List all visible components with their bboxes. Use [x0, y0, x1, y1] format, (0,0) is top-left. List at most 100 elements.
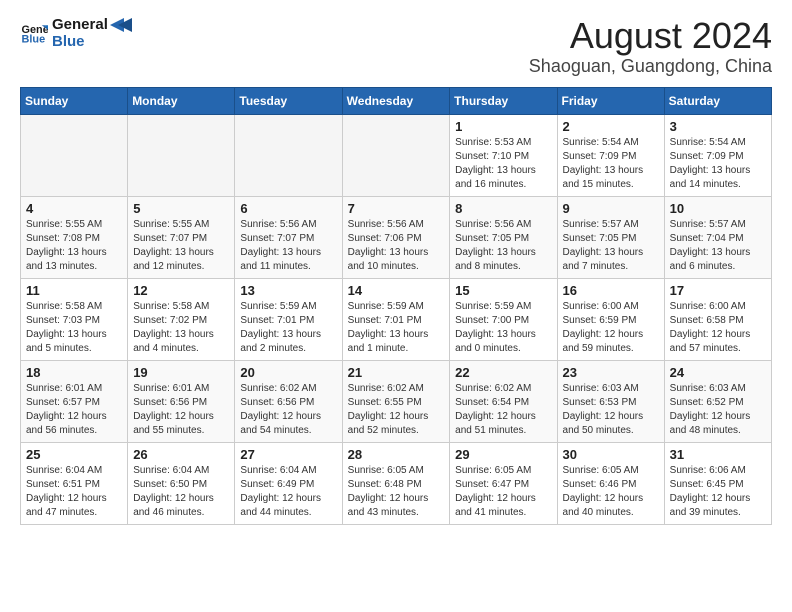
calendar-cell: 10 Sunrise: 5:57 AM Sunset: 7:04 PM Dayli… — [664, 196, 771, 278]
day-info: Sunrise: 5:56 AM Sunset: 7:06 PM Dayligh… — [348, 218, 445, 274]
header: General Blue General Blue August 2024 Sh… — [20, 16, 772, 77]
weekday-sunday: Sunday — [21, 87, 128, 114]
calendar-cell: 4 Sunrise: 5:55 AM Sunset: 7:08 PM Daylig… — [21, 196, 128, 278]
day-number: 12 — [133, 283, 229, 298]
calendar-cell: 6 Sunrise: 5:56 AM Sunset: 7:07 PM Daylig… — [235, 196, 342, 278]
day-number: 31 — [670, 447, 766, 462]
day-number: 28 — [348, 447, 445, 462]
day-info: Sunrise: 5:57 AM Sunset: 7:04 PM Dayligh… — [670, 218, 766, 274]
weekday-thursday: Thursday — [450, 87, 557, 114]
day-number: 21 — [348, 365, 445, 380]
calendar-cell: 13Sunrise: 5:59 AM Sunset: 7:01 PM Dayli… — [235, 278, 342, 360]
calendar-cell: 22Sunrise: 6:02 AM Sunset: 6:54 PM Dayli… — [450, 360, 557, 442]
calendar-cell: 21Sunrise: 6:02 AM Sunset: 6:55 PM Dayli… — [342, 360, 450, 442]
day-number: 8 — [455, 201, 551, 216]
calendar-cell: 29 Sunrise: 6:05 AM Sunset: 6:47 PM Dayli… — [450, 442, 557, 524]
calendar-week-4: 25Sunrise: 6:04 AM Sunset: 6:51 PM Dayli… — [21, 442, 772, 524]
weekday-wednesday: Wednesday — [342, 87, 450, 114]
day-number: 25 — [26, 447, 122, 462]
day-number: 4 — [26, 201, 122, 216]
calendar-cell: 24 Sunrise: 6:03 AM Sunset: 6:52 PM Dayli… — [664, 360, 771, 442]
calendar-cell: 20 Sunrise: 6:02 AM Sunset: 6:56 PM Dayli… — [235, 360, 342, 442]
day-info: Sunrise: 6:02 AM Sunset: 6:56 PM Dayligh… — [240, 382, 336, 438]
calendar-cell: 11Sunrise: 5:58 AM Sunset: 7:03 PM Dayli… — [21, 278, 128, 360]
day-info: Sunrise: 5:58 AM Sunset: 7:03 PM Dayligh… — [26, 300, 122, 356]
calendar-cell — [235, 114, 342, 196]
calendar-week-1: 4 Sunrise: 5:55 AM Sunset: 7:08 PM Daylig… — [21, 196, 772, 278]
weekday-monday: Monday — [128, 87, 235, 114]
day-number: 16 — [563, 283, 659, 298]
day-number: 26 — [133, 447, 229, 462]
day-number: 27 — [240, 447, 336, 462]
day-info: Sunrise: 5:54 AM Sunset: 7:09 PM Dayligh… — [563, 136, 659, 192]
day-number: 24 — [670, 365, 766, 380]
page-title: August 2024 — [529, 16, 772, 56]
day-info: Sunrise: 6:03 AM Sunset: 6:53 PM Dayligh… — [563, 382, 659, 438]
day-number: 15 — [455, 283, 551, 298]
calendar-cell: 15 Sunrise: 5:59 AM Sunset: 7:00 PM Dayli… — [450, 278, 557, 360]
day-info: Sunrise: 6:04 AM Sunset: 6:50 PM Dayligh… — [133, 464, 229, 520]
calendar-cell: 2Sunrise: 5:54 AM Sunset: 7:09 PM Daylig… — [557, 114, 664, 196]
weekday-header-row: SundayMondayTuesdayWednesdayThursdayFrid… — [21, 87, 772, 114]
calendar-cell: 17Sunrise: 6:00 AM Sunset: 6:58 PM Dayli… — [664, 278, 771, 360]
day-number: 14 — [348, 283, 445, 298]
calendar-cell: 31Sunrise: 6:06 AM Sunset: 6:45 PM Dayli… — [664, 442, 771, 524]
calendar-cell: 8Sunrise: 5:56 AM Sunset: 7:05 PM Daylig… — [450, 196, 557, 278]
calendar-cell: 23Sunrise: 6:03 AM Sunset: 6:53 PM Dayli… — [557, 360, 664, 442]
calendar-week-2: 11Sunrise: 5:58 AM Sunset: 7:03 PM Dayli… — [21, 278, 772, 360]
calendar-cell — [128, 114, 235, 196]
calendar-cell: 12 Sunrise: 5:58 AM Sunset: 7:02 PM Dayli… — [128, 278, 235, 360]
day-info: Sunrise: 5:55 AM Sunset: 7:08 PM Dayligh… — [26, 218, 122, 274]
calendar-cell — [342, 114, 450, 196]
calendar-cell: 18 Sunrise: 6:01 AM Sunset: 6:57 PM Dayli… — [21, 360, 128, 442]
day-info: Sunrise: 6:05 AM Sunset: 6:47 PM Dayligh… — [455, 464, 551, 520]
logo-blue: Blue — [52, 33, 132, 50]
calendar-cell: 3Sunrise: 5:54 AM Sunset: 7:09 PM Daylig… — [664, 114, 771, 196]
calendar-cell: 19 Sunrise: 6:01 AM Sunset: 6:56 PM Dayli… — [128, 360, 235, 442]
calendar-cell: 7 Sunrise: 5:56 AM Sunset: 7:06 PM Daylig… — [342, 196, 450, 278]
calendar-week-3: 18 Sunrise: 6:01 AM Sunset: 6:57 PM Dayli… — [21, 360, 772, 442]
day-info: Sunrise: 5:56 AM Sunset: 7:07 PM Dayligh… — [240, 218, 336, 274]
calendar-cell: 28Sunrise: 6:05 AM Sunset: 6:48 PM Dayli… — [342, 442, 450, 524]
day-number: 5 — [133, 201, 229, 216]
day-number: 18 — [26, 365, 122, 380]
logo-icon: General Blue — [20, 19, 48, 47]
day-info: Sunrise: 6:01 AM Sunset: 6:56 PM Dayligh… — [133, 382, 229, 438]
calendar-table: SundayMondayTuesdayWednesdayThursdayFrid… — [20, 87, 772, 525]
page-subtitle: Shaoguan, Guangdong, China — [529, 56, 772, 77]
calendar-cell: 14 Sunrise: 5:59 AM Sunset: 7:01 PM Dayli… — [342, 278, 450, 360]
weekday-friday: Friday — [557, 87, 664, 114]
calendar-cell — [21, 114, 128, 196]
day-number: 7 — [348, 201, 445, 216]
day-number: 22 — [455, 365, 551, 380]
weekday-tuesday: Tuesday — [235, 87, 342, 114]
day-info: Sunrise: 5:59 AM Sunset: 7:01 PM Dayligh… — [348, 300, 445, 356]
day-info: Sunrise: 5:54 AM Sunset: 7:09 PM Dayligh… — [670, 136, 766, 192]
calendar-cell: 30Sunrise: 6:05 AM Sunset: 6:46 PM Dayli… — [557, 442, 664, 524]
svg-text:Blue: Blue — [22, 33, 46, 45]
day-number: 29 — [455, 447, 551, 462]
day-number: 20 — [240, 365, 336, 380]
calendar-cell: 26 Sunrise: 6:04 AM Sunset: 6:50 PM Dayli… — [128, 442, 235, 524]
day-info: Sunrise: 5:59 AM Sunset: 7:00 PM Dayligh… — [455, 300, 551, 356]
title-area: August 2024 Shaoguan, Guangdong, China — [529, 16, 772, 77]
day-info: Sunrise: 6:05 AM Sunset: 6:46 PM Dayligh… — [563, 464, 659, 520]
logo-arrow-icon — [110, 18, 132, 32]
day-info: Sunrise: 6:04 AM Sunset: 6:49 PM Dayligh… — [240, 464, 336, 520]
logo-general: General — [52, 16, 108, 33]
day-info: Sunrise: 5:57 AM Sunset: 7:05 PM Dayligh… — [563, 218, 659, 274]
day-number: 6 — [240, 201, 336, 216]
day-info: Sunrise: 5:53 AM Sunset: 7:10 PM Dayligh… — [455, 136, 551, 192]
day-info: Sunrise: 6:03 AM Sunset: 6:52 PM Dayligh… — [670, 382, 766, 438]
day-info: Sunrise: 6:00 AM Sunset: 6:58 PM Dayligh… — [670, 300, 766, 356]
day-number: 10 — [670, 201, 766, 216]
calendar-cell: 5Sunrise: 5:55 AM Sunset: 7:07 PM Daylig… — [128, 196, 235, 278]
calendar-cell: 27 Sunrise: 6:04 AM Sunset: 6:49 PM Dayli… — [235, 442, 342, 524]
day-info: Sunrise: 6:01 AM Sunset: 6:57 PM Dayligh… — [26, 382, 122, 438]
weekday-saturday: Saturday — [664, 87, 771, 114]
day-info: Sunrise: 5:59 AM Sunset: 7:01 PM Dayligh… — [240, 300, 336, 356]
calendar-cell: 25Sunrise: 6:04 AM Sunset: 6:51 PM Dayli… — [21, 442, 128, 524]
day-number: 19 — [133, 365, 229, 380]
day-info: Sunrise: 6:00 AM Sunset: 6:59 PM Dayligh… — [563, 300, 659, 356]
day-info: Sunrise: 5:58 AM Sunset: 7:02 PM Dayligh… — [133, 300, 229, 356]
